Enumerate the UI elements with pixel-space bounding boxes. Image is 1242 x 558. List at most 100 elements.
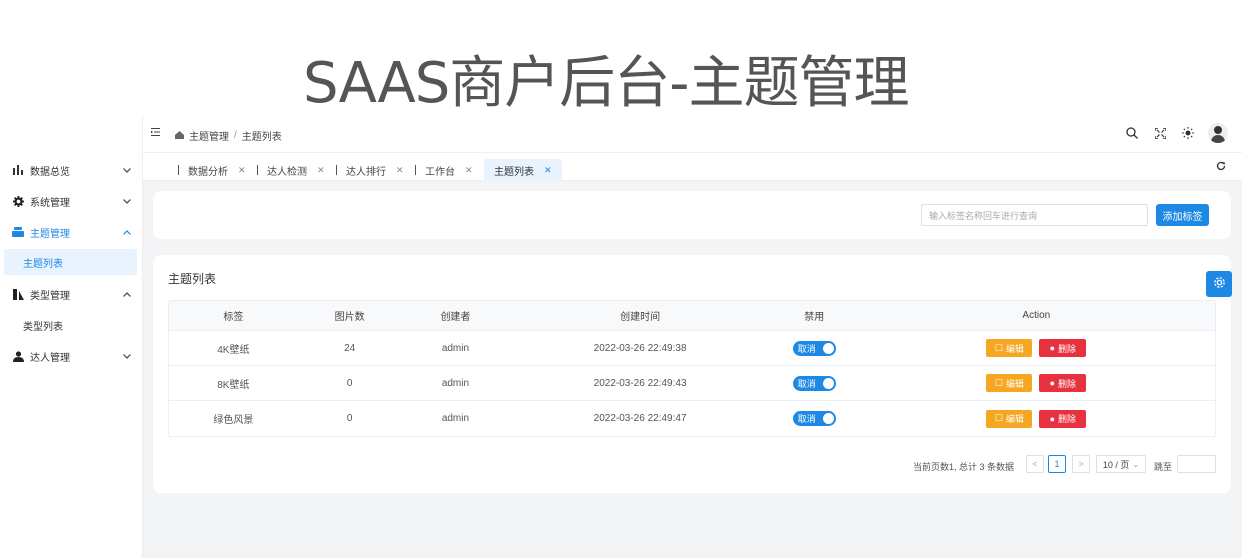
column-header: 图片数 [334, 312, 365, 323]
gear-icon [12, 195, 24, 207]
sidebar-item-system[interactable]: 系统管理 [0, 187, 143, 215]
next-page-button[interactable]: > [1072, 455, 1090, 473]
table-card: 主题列表 标签 图片数 创建者 创建时间 禁用 Action 4K壁纸 24 a… [153, 255, 1231, 493]
table-row: 4K壁纸 24 admin 2022-03-26 22:49:38 取消 ☐ 编辑… [169, 331, 1215, 366]
main-content: 输入标签名称回车进行查询 添加标签 主题列表 标签 图片数 创建者 创建时间 禁… [143, 181, 1242, 558]
menu-fold-icon[interactable] [151, 127, 160, 139]
close-icon[interactable]: ✕ [238, 165, 246, 176]
chevron-down-icon [123, 196, 131, 206]
app-window: 数据总览 系统管理 主题管理 主题列表 类型管理 类型列表 达人管理 主题管理 … [0, 115, 1242, 558]
delete-label: 删除 [1058, 378, 1077, 389]
sun-icon[interactable] [1180, 123, 1196, 143]
close-icon[interactable]: ✕ [544, 165, 552, 176]
header: 主题管理 / 主题列表 [143, 115, 1242, 153]
edit-button[interactable]: ☐ 编辑 [986, 374, 1033, 392]
delete-button[interactable]: ● 删除 [1039, 374, 1087, 392]
home-icon [175, 130, 184, 141]
cell-actions: ☐ 编辑 ● 删除 [858, 374, 1215, 392]
gear-icon [1213, 276, 1226, 292]
page-size-select[interactable]: 10 / 页 ⌄ [1096, 455, 1146, 473]
disable-toggle[interactable]: 取消 [792, 375, 836, 391]
search-input[interactable]: 输入标签名称回车进行查询 [921, 204, 1148, 226]
sidebar: 数据总览 系统管理 主题管理 主题列表 类型管理 类型列表 达人管理 [0, 115, 143, 558]
user-delete-icon: ● [1049, 343, 1056, 353]
user-delete-icon: ● [1049, 378, 1056, 388]
tab-label: 数据分析 [188, 166, 228, 178]
tab-influencer-check[interactable]: 达人检测 ✕ [247, 159, 335, 181]
cell-actions: ☐ 编辑 ● 删除 [858, 339, 1215, 357]
cell-tag: 8K壁纸 [217, 379, 250, 391]
table-row: 绿色风景 0 admin 2022-03-26 22:49:47 取消 ☐ 编辑 … [169, 401, 1215, 436]
delete-label: 删除 [1058, 414, 1077, 424]
disable-toggle[interactable]: 取消 [792, 411, 836, 426]
tab-label: 工作台 [425, 166, 455, 178]
fullscreen-icon[interactable] [1152, 123, 1168, 143]
table-header: 标签 图片数 创建者 创建时间 禁用 Action [169, 301, 1215, 331]
sidebar-item-influencer[interactable]: 达人管理 [0, 342, 143, 370]
sidebar-subitem-type-list[interactable]: 类型列表 [0, 312, 143, 338]
cell-count: 0 [346, 413, 353, 424]
cell-time: 2022-03-26 22:49:38 [593, 342, 687, 354]
tab-data-analysis[interactable]: 数据分析 ✕ [168, 159, 256, 181]
sidebar-item-type[interactable]: 类型管理 [0, 280, 143, 308]
tab-label: 达人检测 [267, 166, 307, 178]
avatar[interactable] [1208, 123, 1228, 143]
sidebar-subitem-theme-list[interactable]: 主题列表 [4, 249, 137, 275]
disable-toggle[interactable]: 取消 [792, 340, 836, 356]
chevron-down-icon: ⌄ [1132, 459, 1140, 469]
edit-label: 编辑 [1005, 343, 1024, 354]
jump-label: 跳至 [1154, 462, 1173, 472]
sidebar-item-label: 达人管理 [30, 352, 70, 364]
refresh-icon[interactable] [1216, 161, 1226, 174]
edit-icon: ☐ [994, 377, 1003, 388]
cell-count: 24 [344, 342, 356, 354]
cell-time: 2022-03-26 22:49:43 [593, 377, 687, 389]
promo-banner: SAAS商户后台-主题管理 [0, 0, 1242, 116]
tab-label: 主题列表 [494, 166, 534, 178]
chevron-up-icon [123, 289, 131, 299]
banner-title: SAAS商户后台-主题管理 [303, 51, 910, 116]
tab-theme-list[interactable]: 主题列表 ✕ [484, 159, 562, 181]
table-row: 8K壁纸 0 admin 2022-03-26 22:49:43 取消 ☐ 编辑 … [169, 366, 1215, 401]
settings-button[interactable] [1206, 271, 1232, 297]
toggle-label: 取消 [797, 343, 816, 354]
users-icon [12, 350, 24, 362]
sidebar-item-label: 系统管理 [30, 197, 70, 209]
sidebar-item-theme[interactable]: 主题管理 [0, 218, 143, 246]
cell-actions: ☐ 编辑 ● 删除 [858, 409, 1215, 428]
close-icon[interactable]: ✕ [396, 165, 404, 176]
bar-chart-icon [12, 164, 24, 176]
edit-label: 编辑 [1005, 378, 1024, 389]
breadcrumb-item: 主题列表 [241, 132, 282, 143]
theme-table: 标签 图片数 创建者 创建时间 禁用 Action 4K壁纸 24 admin … [168, 300, 1216, 437]
sidebar-item-dashboard[interactable]: 数据总览 [0, 156, 143, 184]
column-header: 标签 [223, 312, 244, 323]
chevron-down-icon [123, 165, 131, 175]
toggle-label: 取消 [797, 414, 816, 424]
cell-time: 2022-03-26 22:49:47 [593, 413, 687, 424]
add-tag-button[interactable]: 添加标签 [1156, 204, 1209, 226]
edit-button[interactable]: ☐ 编辑 [986, 409, 1033, 428]
chevron-down-icon [123, 351, 131, 361]
close-icon[interactable]: ✕ [465, 165, 473, 176]
delete-button[interactable]: ● 删除 [1039, 409, 1087, 428]
cell-creator: admin [441, 342, 470, 354]
delete-button[interactable]: ● 删除 [1039, 339, 1087, 357]
prev-page-button[interactable]: < [1026, 455, 1044, 473]
chevron-up-icon [123, 227, 131, 237]
column-header: 禁用 [804, 312, 825, 323]
jump-page-input[interactable] [1177, 455, 1216, 473]
cell-count: 0 [346, 377, 353, 389]
page-number-button[interactable]: 1 [1048, 455, 1066, 473]
tab-influencer-rank[interactable]: 达人排行 ✕ [326, 159, 414, 181]
delete-label: 删除 [1058, 343, 1077, 354]
cell-disabled: 取消 [771, 340, 858, 356]
cell-tag: 绿色风景 [213, 415, 254, 426]
header-actions [1124, 123, 1228, 143]
breadcrumb-item[interactable]: 主题管理 [189, 128, 229, 143]
edit-button[interactable]: ☐ 编辑 [986, 339, 1033, 357]
search-icon[interactable] [1124, 123, 1140, 143]
cell-disabled: 取消 [771, 411, 858, 426]
close-icon[interactable]: ✕ [317, 165, 325, 176]
tab-workbench[interactable]: 工作台 ✕ [405, 159, 483, 181]
